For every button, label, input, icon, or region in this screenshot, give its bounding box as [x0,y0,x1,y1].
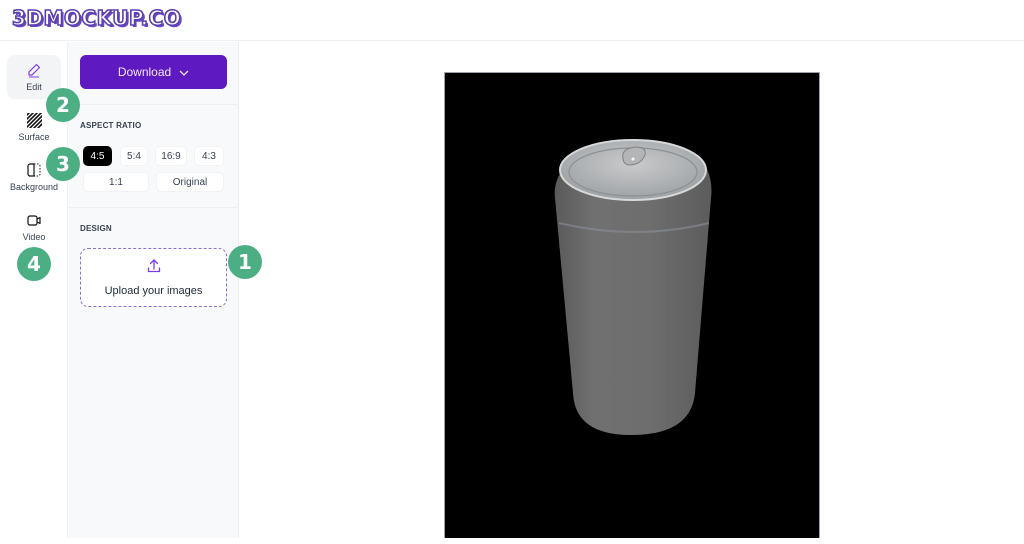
ratio-option-original[interactable]: Original [156,172,224,192]
aspect-ratio-title: ASPECT RATIO [80,121,142,130]
ratio-option-1-1[interactable]: 1:1 [83,172,149,192]
rail-item-label: Background [9,182,59,192]
can-model [554,139,712,435]
download-button[interactable]: Download [80,55,227,89]
section-divider [68,207,239,208]
upload-label: Upload your images [104,285,203,297]
annotation-badge-2: 2 [46,88,80,122]
upload-icon [146,258,162,279]
annotation-badge-3: 3 [46,147,80,181]
design-title: DESIGN [80,224,112,233]
ratio-option-5-4[interactable]: 5:4 [120,146,148,166]
section-divider [68,104,239,105]
ratio-option-16-9[interactable]: 16:9 [155,146,187,166]
rail-item-label: Edit [26,82,42,92]
download-label: Download [117,65,172,79]
can-body [554,169,712,435]
3d-viewport[interactable] [444,72,820,538]
edit-panel: Download ASPECT RATIO 4:5 5:4 16:9 4:3 1… [68,42,239,538]
logo[interactable]: 3DMOCKUP.CO [11,5,181,31]
hatch-texture-icon [26,112,42,128]
video-camera-icon [26,212,42,228]
ratio-option-4-3[interactable]: 4:3 [194,146,224,166]
pencil-icon [26,62,42,78]
rail-item-label: Video [22,232,46,242]
ratio-option-4-5[interactable]: 4:5 [83,146,112,166]
pull-tab-rivet [631,157,635,161]
annotation-badge-1: 1 [228,245,262,279]
rail-item-video[interactable]: Video [7,205,61,249]
app-header: 3DMOCKUP.CO [0,0,1024,41]
annotation-badge-4: 4 [17,247,51,281]
chevron-down-icon [179,65,189,79]
upload-images-dropzone[interactable]: Upload your images [80,248,227,307]
rail-item-label: Surface [18,131,50,142]
split-square-icon [26,162,42,178]
